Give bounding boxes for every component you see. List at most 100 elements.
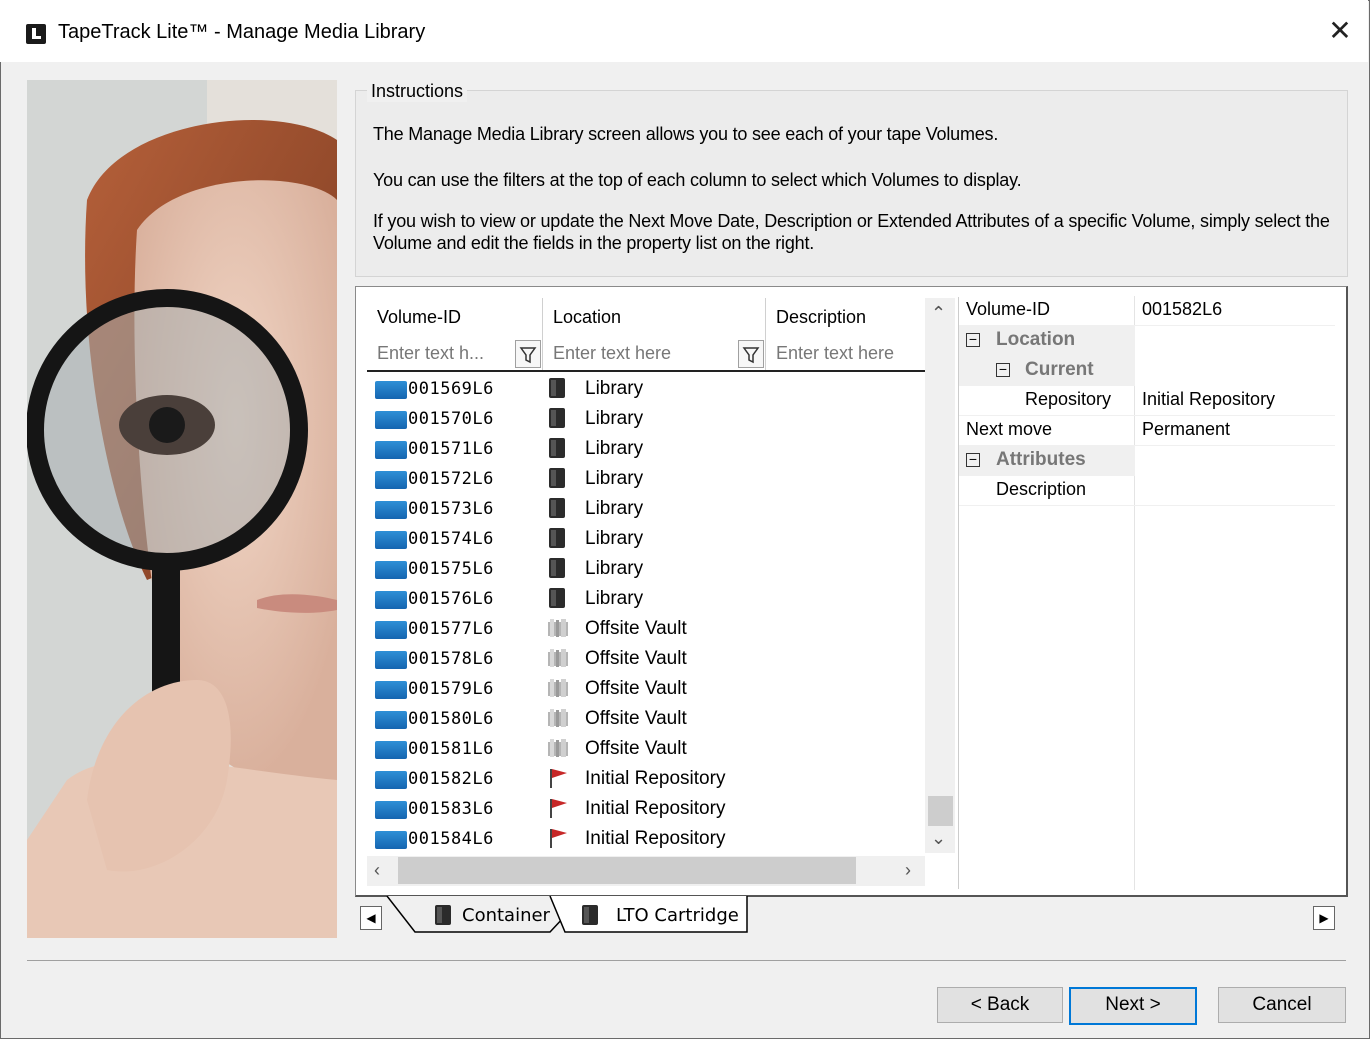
instructions-legend: Instructions	[367, 81, 468, 102]
close-icon[interactable]: ✕	[1325, 16, 1355, 46]
volume-id-cell: 001581L6	[408, 739, 494, 759]
filter-funnel-icon[interactable]	[515, 340, 541, 368]
table-row[interactable]: 001572L6 Library	[375, 464, 935, 494]
vertical-scrollbar[interactable]	[925, 298, 955, 853]
cancel-button[interactable]: Cancel	[1218, 987, 1346, 1023]
location-cell: Offsite Vault	[585, 678, 687, 699]
tape-cartridge-icon	[375, 621, 407, 639]
location-cell: Initial Repository	[585, 798, 726, 819]
library-icon	[547, 407, 567, 429]
collapse-icon[interactable]: −	[996, 362, 1010, 377]
tape-cartridge-icon	[375, 531, 407, 549]
volume-id-cell: 001580L6	[408, 709, 494, 729]
volume-id-cell: 001572L6	[408, 469, 494, 489]
volume-id-cell: 001571L6	[408, 439, 494, 459]
table-row[interactable]: 001577L6 Offsite Vault	[375, 614, 935, 644]
lto-cartridge-icon	[580, 904, 600, 926]
table-row[interactable]: 001571L6 Library	[375, 434, 935, 464]
vault-icon	[547, 737, 568, 759]
next-button[interactable]: Next >	[1069, 987, 1197, 1025]
table-row[interactable]: 001582L6 Initial Repository	[375, 764, 935, 794]
property-value[interactable]: Initial Repository	[1142, 389, 1275, 410]
tab-scroll-right-icon[interactable]: ▶	[1313, 906, 1335, 930]
vertical-scroll-thumb[interactable]	[928, 796, 953, 826]
column-header-volume-id[interactable]: Volume-ID	[377, 307, 461, 328]
library-icon	[547, 437, 567, 459]
tab-container[interactable]: Container	[462, 905, 550, 926]
filter-funnel-icon[interactable]	[738, 340, 764, 368]
tape-cartridge-icon	[375, 801, 407, 819]
table-row[interactable]: 001576L6 Library	[375, 584, 935, 614]
location-cell: Library	[585, 468, 644, 489]
collapse-icon[interactable]: −	[966, 452, 980, 467]
tab-lto-cartridge[interactable]: LTO Cartridge	[616, 905, 739, 926]
property-label: Description	[996, 479, 1087, 499]
table-row[interactable]: 001581L6 Offsite Vault	[375, 734, 935, 764]
table-row[interactable]: 001570L6 Library	[375, 404, 935, 434]
scroll-up-icon[interactable]: ⌃	[931, 303, 946, 324]
library-icon	[547, 377, 567, 399]
volume-id-cell: 001574L6	[408, 529, 494, 549]
location-cell: Offsite Vault	[585, 618, 687, 639]
tape-cartridge-icon	[375, 441, 407, 459]
location-cell: Initial Repository	[585, 768, 726, 789]
scroll-down-icon[interactable]: ⌄	[931, 828, 946, 849]
volume-id-cell: 001570L6	[408, 409, 494, 429]
volume-id-cell: 001584L6	[408, 829, 494, 849]
property-row-repository[interactable]: Repository Initial Repository	[959, 386, 1335, 416]
filter-location-input[interactable]: Enter text here	[553, 338, 733, 368]
flag-icon	[547, 827, 567, 849]
table-row[interactable]: 001584L6 Initial Repository	[375, 824, 935, 854]
table-row[interactable]: 001574L6 Library	[375, 524, 935, 554]
property-label: Repository	[1025, 389, 1112, 409]
tape-cartridge-icon	[375, 711, 407, 729]
tape-cartridge-icon	[375, 471, 407, 489]
table-row[interactable]: 001573L6 Library	[375, 494, 935, 524]
table-row[interactable]: 001579L6 Offsite Vault	[375, 674, 935, 704]
tape-cartridge-icon	[375, 771, 407, 789]
horizontal-scroll-thumb[interactable]	[398, 857, 856, 884]
library-icon	[547, 557, 567, 579]
tape-cartridge-icon	[375, 651, 407, 669]
filter-volume-id-input[interactable]: Enter text h...	[377, 338, 513, 368]
tape-cartridge-icon	[375, 591, 407, 609]
property-category-location[interactable]: − Location	[959, 326, 1135, 356]
table-row[interactable]: 001583L6 Initial Repository	[375, 794, 935, 824]
property-category-label: Location	[996, 329, 1076, 350]
property-value[interactable]: Permanent	[1142, 419, 1230, 440]
volume-id-cell: 001575L6	[408, 559, 494, 579]
tab-scroll-left-icon[interactable]: ◀	[360, 906, 382, 930]
tape-cartridge-icon	[375, 561, 407, 579]
table-row[interactable]: 001575L6 Library	[375, 554, 935, 584]
instructions-text-1: The Manage Media Library screen allows y…	[373, 124, 999, 144]
property-row-description[interactable]: Description	[959, 476, 1335, 506]
window-title: TapeTrack Lite™ - Manage Media Library	[58, 21, 426, 43]
volume-id-cell: 001576L6	[408, 589, 494, 609]
table-row[interactable]: 001569L6 Library	[375, 374, 935, 404]
location-cell: Library	[585, 588, 644, 609]
back-button[interactable]: < Back	[937, 987, 1063, 1023]
column-header-description[interactable]: Description	[776, 307, 866, 328]
tape-cartridge-icon	[375, 831, 407, 849]
table-row[interactable]: 001578L6 Offsite Vault	[375, 644, 935, 674]
volume-id-cell: 001578L6	[408, 649, 494, 669]
property-row-volume-id[interactable]: Volume-ID 001582L6	[959, 296, 1335, 326]
property-row-next-move[interactable]: Next move Permanent	[959, 416, 1335, 446]
library-icon	[547, 587, 567, 609]
scroll-right-icon[interactable]: ›	[905, 860, 911, 881]
location-cell: Library	[585, 558, 644, 579]
property-value[interactable]: 001582L6	[1142, 299, 1222, 320]
location-cell: Library	[585, 378, 644, 399]
property-category-label: Current	[1025, 359, 1094, 380]
location-cell: Library	[585, 408, 644, 429]
volume-id-cell: 001579L6	[408, 679, 494, 699]
scroll-left-icon[interactable]: ‹	[374, 860, 380, 881]
collapse-icon[interactable]: −	[966, 332, 980, 347]
location-cell: Library	[585, 498, 644, 519]
table-row[interactable]: 001580L6 Offsite Vault	[375, 704, 935, 734]
property-category-current[interactable]: − Current	[959, 356, 1135, 386]
property-category-attributes[interactable]: − Attributes	[959, 446, 1135, 476]
column-header-location[interactable]: Location	[553, 307, 621, 328]
instructions-text-3: If you wish to view or update the Next M…	[373, 211, 1330, 253]
filter-description-input[interactable]: Enter text here	[776, 338, 921, 368]
